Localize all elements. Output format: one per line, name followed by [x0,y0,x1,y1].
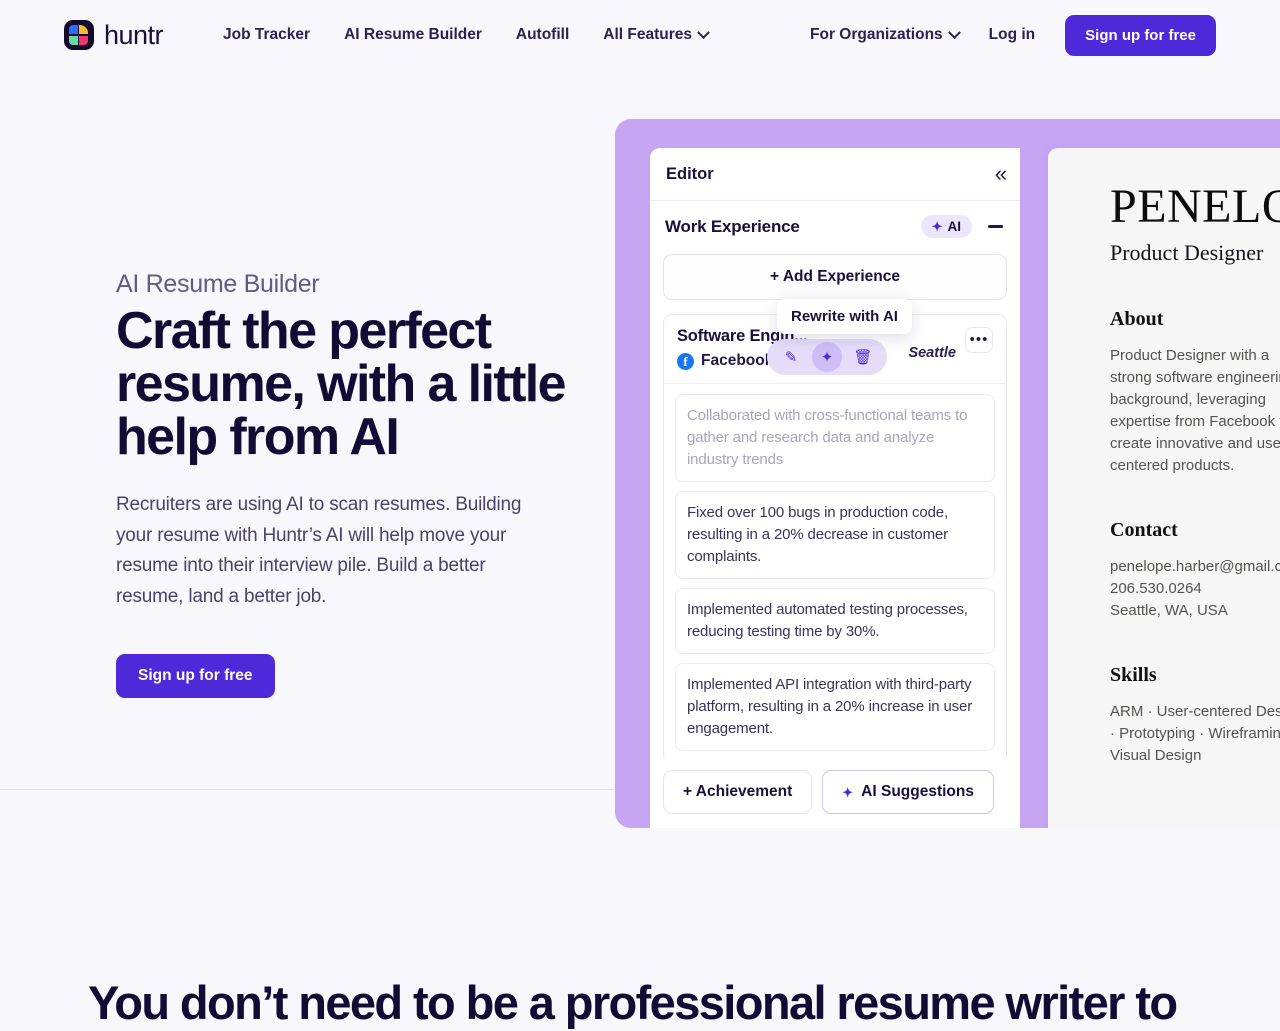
brand-name: huntr [104,19,164,50]
resume-about-body: Product Designer with a strong software … [1110,347,1280,475]
brand-logo[interactable]: huntr [64,19,164,51]
achievement-item[interactable]: Implemented automated testing processes,… [675,588,995,654]
facebook-icon: f [677,352,694,370]
editor-header: Editor « [650,148,1020,201]
nav-item-job-tracker[interactable]: Job Tracker [223,26,310,44]
section-two-title: You don’t need to be a professional resu… [88,976,1178,1029]
nav-item-label: AI Resume Builder [344,26,482,43]
collapse-section-icon[interactable] [988,225,1003,228]
achievement-item[interactable]: Fixed over 100 bugs in production code, … [675,491,995,579]
resume-name: PENELOPE HARBER [1110,180,1280,233]
section-title: Work Experience [665,216,800,236]
nav-item-autofill[interactable]: Autofill [516,26,569,44]
signup-button-nav[interactable]: Sign up for free [1065,14,1216,56]
section-divider [0,789,614,790]
signup-button-hero[interactable]: Sign up for free [116,654,275,698]
page-title: Craft the perfect resume, with a little … [116,302,567,466]
work-experience-section-header: Work Experience ✦ AI [663,215,1007,238]
resume-skills-body: ARM · User-centered Design · Prototyping… [1110,703,1280,765]
nav-item-label: Autofill [515,26,570,43]
achievement-item-hovered[interactable]: Collaborated with cross-functional teams… [675,394,995,482]
nav-item-all-features[interactable]: All Features [603,25,710,44]
nav-item-label: All Features [603,26,692,43]
experience-card: Software Engin... f Facebook Seattle •••… [663,299,1007,758]
secondary-nav-links: For Organizations Log in Sign up for fre… [810,14,1216,56]
editor-footer-actions: + Achievement ✦ AI Suggestions [650,758,1020,828]
achievement-item[interactable]: Implemented API integration with third-p… [675,663,995,751]
hero-description: Recruiters are using AI to scan resumes.… [116,494,522,607]
resume-about-heading: About [1110,308,1164,331]
hero-copy-block: AI Resume Builder Craft the perfect resu… [116,270,586,698]
huntr-logo-icon [64,20,94,50]
experience-menu-icon[interactable]: ••• [965,327,993,353]
primary-nav-links: Job Tracker AI Resume Builder Autofill A… [223,25,710,44]
nav-item-ai-resume-builder[interactable]: AI Resume Builder [344,26,482,44]
nav-item-login[interactable]: Log in [989,26,1036,44]
achievement-hover-toolbar: ✎ ✦ 🗑 [767,339,887,375]
nav-item-label: Log in [988,26,1036,43]
nav-item-label: For Organizations [810,26,943,43]
resume-role: Product Designer [1110,240,1264,266]
top-navigation-bar: huntr Job Tracker AI Resume Builder Auto… [0,0,1280,70]
rewrite-with-ai-tooltip: Rewrite with AI [777,299,912,334]
experience-location: Seattle [908,345,956,361]
add-experience-button[interactable]: + Add Experience [663,254,1007,300]
resume-skills-heading: Skills [1110,664,1157,687]
collapse-panel-icon[interactable]: « [995,163,1007,185]
sparkle-icon: ✦ [842,784,854,800]
editor-title: Editor [666,164,714,183]
chevron-down-icon [947,25,961,39]
app-preview-panel: Editor « Work Experience ✦ AI + Add Expe… [615,119,1280,828]
resume-editor-card: Editor « Work Experience ✦ AI + Add Expe… [650,148,1020,828]
sparkle-icon: ✦ [931,219,943,234]
ai-suggestions-label: AI Suggestions [861,783,974,800]
experience-company-label: Facebook [701,352,774,369]
editor-body: Work Experience ✦ AI + Add Experience So… [650,201,1020,758]
add-achievement-button[interactable]: + Achievement [663,770,813,814]
rewrite-with-ai-icon[interactable]: ✦ [812,342,842,372]
resume-contact-heading: Contact [1110,519,1178,542]
nav-item-for-organizations[interactable]: For Organizations [810,25,961,44]
edit-pencil-icon[interactable]: ✎ [776,342,806,372]
nav-item-label: Job Tracker [223,26,311,43]
resume-preview-card: PENELOPE HARBER Product Designer About P… [1048,148,1280,828]
ai-badge-label: AI [947,219,962,234]
achievement-list: Collaborated with cross-functional teams… [664,384,1006,758]
chevron-down-icon [697,25,710,39]
ai-badge-button[interactable]: ✦ AI [920,215,972,238]
ai-suggestions-button[interactable]: ✦ AI Suggestions [822,770,994,814]
hero-eyebrow: AI Resume Builder [116,270,320,298]
resume-contact-body: penelope.harber@gmail.com 206.530.0264 S… [1110,558,1280,620]
delete-trash-icon[interactable]: 🗑 [848,342,878,372]
